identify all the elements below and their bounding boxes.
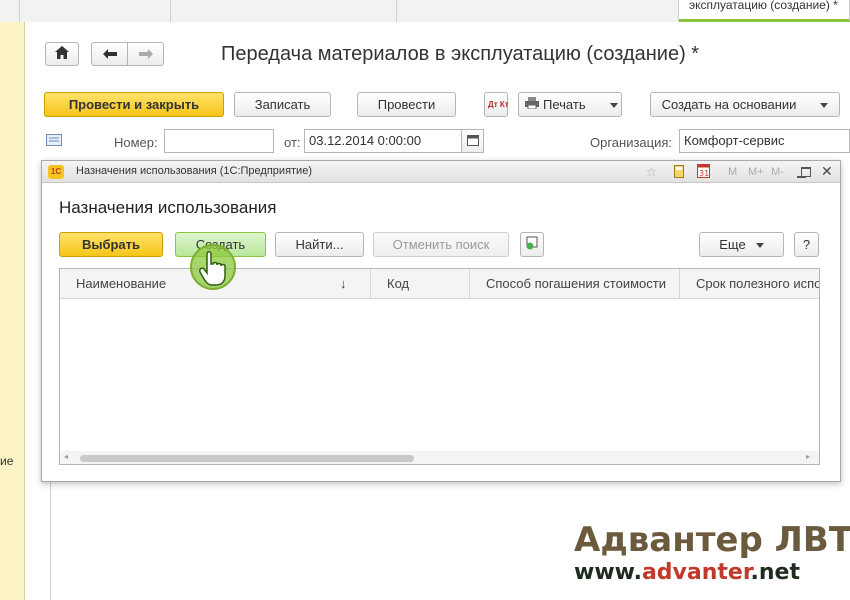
- pointer-hand-icon: [190, 244, 236, 290]
- help-button[interactable]: ?: [794, 232, 819, 257]
- modal-window: 1С Назначения использования (1С:Предприя…: [41, 160, 841, 482]
- post-button[interactable]: Провести: [357, 92, 456, 117]
- memory-plus-button[interactable]: M+: [748, 166, 764, 178]
- tab-empty-1[interactable]: [0, 0, 20, 22]
- page-title: Передача материалов в эксплуатацию (созд…: [221, 43, 700, 65]
- tab-active-document[interactable]: эксплуатацию (создание) *: [679, 0, 850, 22]
- watermark-url-prefix: www.: [574, 560, 642, 585]
- print-button[interactable]: Печать: [518, 92, 622, 117]
- create-based-on-button[interactable]: Создать на основании: [650, 92, 840, 117]
- organization-label: Организация:: [590, 135, 673, 150]
- post-and-close-button[interactable]: Провести и закрыть: [44, 92, 224, 117]
- find-button[interactable]: Найти...: [275, 232, 364, 257]
- chevron-down-icon: [810, 97, 828, 112]
- tab-empty-3[interactable]: [171, 0, 397, 22]
- data-grid[interactable]: Наименование ↓ Код Способ погашения стои…: [59, 268, 820, 465]
- left-section-panel: [0, 22, 25, 600]
- grid-header: Наименование ↓ Код Способ погашения стои…: [60, 269, 819, 299]
- watermark-url: www.advanter.net: [574, 560, 800, 585]
- date-picker-button[interactable]: [461, 129, 484, 153]
- more-button-label: Еще: [719, 237, 746, 252]
- star-icon[interactable]: ☆: [646, 165, 657, 179]
- column-header-name-label: Наименование: [76, 276, 167, 291]
- home-button[interactable]: [45, 42, 79, 66]
- chevron-down-icon: [600, 97, 618, 112]
- select-button[interactable]: Выбрать: [59, 232, 163, 257]
- left-panel-text[interactable]: ие: [0, 454, 13, 468]
- close-icon[interactable]: ✕: [821, 163, 833, 180]
- scroll-left-icon[interactable]: ◂: [64, 452, 68, 461]
- arrow-right-icon: [138, 47, 153, 62]
- app-logo-icon: 1С: [48, 165, 64, 179]
- memory-m-button[interactable]: M: [728, 166, 737, 178]
- back-button[interactable]: [91, 42, 128, 66]
- document-icon: [46, 134, 62, 149]
- cancel-search-button[interactable]: Отменить поиск: [373, 232, 509, 257]
- dt-kt-icon: Дт Кт: [488, 99, 509, 109]
- chevron-down-icon: [746, 237, 764, 252]
- modal-title: Назначения использования: [59, 198, 277, 217]
- tab-active-label: эксплуатацию (создание) *: [689, 0, 838, 12]
- date-field[interactable]: 03.12.2014 0:00:00: [304, 129, 462, 153]
- print-button-label: Печать: [543, 97, 586, 112]
- organization-field[interactable]: Комфорт-сервис: [679, 129, 850, 153]
- memory-minus-button[interactable]: M-: [771, 166, 784, 178]
- save-button[interactable]: Записать: [234, 92, 331, 117]
- number-label: Номер:: [114, 135, 158, 150]
- more-button[interactable]: Еще: [699, 232, 784, 257]
- calendar-icon: [466, 134, 479, 149]
- maximize-icon[interactable]: [801, 167, 811, 177]
- column-header-depreciation-method[interactable]: Способ погашения стоимости: [470, 269, 680, 299]
- column-header-useful-life[interactable]: Срок полезного испо: [680, 269, 819, 299]
- number-field[interactable]: [164, 129, 274, 153]
- date-label: от:: [284, 135, 301, 150]
- calculator-icon[interactable]: [674, 165, 684, 181]
- calendar-icon[interactable]: 31: [697, 164, 710, 181]
- horizontal-scrollbar[interactable]: ◂ ▸: [60, 451, 819, 464]
- home-icon: [55, 46, 69, 62]
- watermark-url-accent: advanter: [641, 560, 751, 585]
- refresh-list-button[interactable]: [520, 232, 544, 257]
- column-header-code[interactable]: Код: [371, 269, 470, 299]
- forward-button[interactable]: [127, 42, 164, 66]
- tab-empty-4[interactable]: [397, 0, 679, 22]
- scroll-right-icon[interactable]: ▸: [806, 452, 810, 461]
- watermark-url-suffix: .net: [750, 560, 800, 585]
- svg-text:31: 31: [699, 169, 709, 178]
- tab-empty-2[interactable]: [20, 0, 171, 22]
- arrow-left-icon: [102, 47, 117, 62]
- create-based-on-label: Создать на основании: [661, 97, 797, 112]
- scrollbar-thumb[interactable]: [80, 455, 414, 462]
- modal-window-title: Назначения использования (1С:Предприятие…: [76, 165, 312, 177]
- watermark-brand: Адвантер ЛВТИ: [574, 520, 850, 560]
- printer-icon: [525, 97, 539, 112]
- dt-kt-button[interactable]: Дт Кт: [484, 92, 509, 117]
- list-settings-icon: [525, 236, 539, 253]
- sort-descending-icon: ↓: [340, 276, 347, 291]
